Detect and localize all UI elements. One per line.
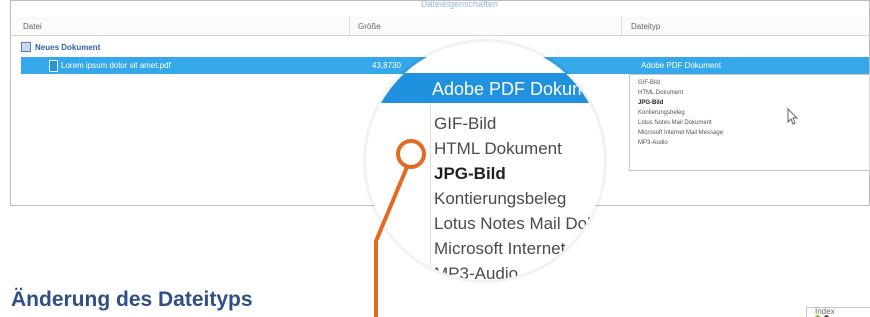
header-separator (621, 17, 622, 35)
file-size: 43,8730 (372, 61, 401, 70)
file-icon (49, 60, 58, 72)
group-row[interactable]: Neues Dokument (21, 41, 100, 53)
faded-panel-title: Dateieigenschaften (421, 0, 499, 9)
dropdown-item[interactable]: HTML Dokument (638, 90, 683, 96)
magnifier-item: GIF-Bild (434, 114, 497, 133)
dropdown-item[interactable]: Lotus Notes Mail Dokument (638, 120, 712, 126)
magnifier-item-selected: JPG-Bild (434, 164, 506, 183)
dropdown-item[interactable]: MP3-Audio (638, 140, 668, 146)
callout-circle (396, 139, 426, 169)
caption-title: Änderung des Dateityps (11, 288, 253, 311)
magnifier-title: Adobe PDF Dokumen (432, 79, 604, 99)
magnifier-item: Microsoft Internet Ma (434, 239, 594, 258)
mouse-cursor-icon (787, 108, 799, 125)
magnifier-item: MP3-Audio (434, 264, 519, 280)
file-name: Lorem ipsum dolor sit amet.pdf (61, 61, 171, 70)
dropdown-item[interactable]: Microsoft Internet Mail Message (638, 130, 723, 136)
magnifier-item: HTML Dokument (434, 139, 562, 158)
index-panel: Index (806, 307, 870, 317)
dropdown-item[interactable]: Kontierungsbeleg (638, 110, 685, 116)
header-separator (349, 17, 350, 35)
magnifier-item: Lotus Notes Mail Dokum (434, 214, 604, 233)
magnifier-item: Kontierungsbeleg (434, 189, 567, 208)
grid-icon (21, 42, 31, 52)
filetype-dropdown-list[interactable]: GIF-Bild HTML Dokument JPG-Bild Kontieru… (629, 74, 870, 171)
header-name[interactable]: Datei (23, 22, 42, 31)
table-header: Datei Größe Dateityp (11, 17, 869, 36)
header-size[interactable]: Größe (358, 22, 381, 31)
group-label: Neues Dokument (35, 42, 101, 52)
magnifier-divider (430, 103, 431, 280)
file-type[interactable]: Adobe PDF Dokument (641, 61, 721, 70)
dropdown-item[interactable]: GIF-Bild (638, 80, 660, 86)
dropdown-item-selected[interactable]: JPG-Bild (638, 100, 663, 106)
header-type[interactable]: Dateityp (631, 22, 660, 31)
